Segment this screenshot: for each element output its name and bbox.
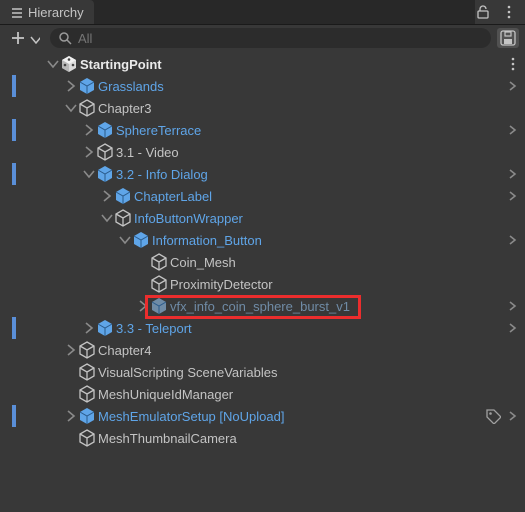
gameobject-icon [78,341,96,359]
tree-item-label: 3.2 - Info Dialog [116,167,208,182]
tree-item-teleport[interactable]: 3.3 - Teleport [0,317,525,339]
prefab-icon [78,77,96,95]
open-prefab-icon[interactable] [505,321,519,335]
scene-name: StartingPoint [80,57,162,72]
gameobject-icon [150,275,168,293]
open-prefab-icon[interactable] [505,79,519,93]
tree-item-meshemulator[interactable]: MeshEmulatorSetup [NoUpload] [0,405,525,427]
tree-item-label: InfoButtonWrapper [134,211,243,226]
kebab-menu-icon[interactable] [505,57,519,71]
foldout-arrow-icon[interactable] [64,343,78,357]
gameobject-icon [78,385,96,403]
prefab-icon [132,231,150,249]
save-icon [499,29,517,47]
foldout-arrow-icon[interactable] [82,167,96,181]
open-prefab-icon[interactable] [505,189,519,203]
prefab-bar [12,163,16,185]
tree-item-label: Coin_Mesh [170,255,236,270]
prefab-bar [12,405,16,427]
tree-item-meshunique[interactable]: MeshUniqueIdManager [0,383,525,405]
tree-item-grasslands[interactable]: Grasslands [0,75,525,97]
caret-down-icon [28,32,40,44]
scene-root[interactable]: StartingPoint [0,53,525,75]
prefab-icon [114,187,132,205]
tree-item-label: ChapterLabel [134,189,212,204]
plus-icon [10,30,26,46]
prefab-icon [96,319,114,337]
prefab-bar [12,75,16,97]
foldout-arrow-icon[interactable] [46,57,60,71]
tree-item-chapter4[interactable]: Chapter4 [0,339,525,361]
prefab-icon [96,121,114,139]
gameobject-icon [78,99,96,117]
tree-item-label: 3.1 - Video [116,145,179,160]
tree-item-label: SphereTerrace [116,123,201,138]
prefab-icon [150,297,168,315]
tree-item-proximity[interactable]: ProximityDetector [0,273,525,295]
foldout-arrow-icon[interactable] [82,123,96,137]
prefab-icon [96,165,114,183]
list-icon [8,5,22,19]
gameobject-icon [78,363,96,381]
prefab-bar [12,317,16,339]
search-icon [58,31,72,45]
open-prefab-icon[interactable] [505,167,519,181]
tree-item-informationbutton[interactable]: Information_Button [0,229,525,251]
search-input[interactable] [50,28,491,48]
tree-item-video[interactable]: 3.1 - Video [0,141,525,163]
prefab-icon [78,407,96,425]
open-prefab-icon[interactable] [505,299,519,313]
tree-item-infodialog[interactable]: 3.2 - Info Dialog [0,163,525,185]
foldout-arrow-icon[interactable] [64,101,78,115]
tree-item-label: ProximityDetector [170,277,273,292]
foldout-arrow-icon[interactable] [136,299,150,313]
prefab-bar [12,119,16,141]
tree-item-chapter3[interactable]: Chapter3 [0,97,525,119]
kebab-menu-icon[interactable] [501,4,517,20]
tree-item-visualscripting[interactable]: VisualScripting SceneVariables [0,361,525,383]
tree-item-infobuttonwrapper[interactable]: InfoButtonWrapper [0,207,525,229]
tree-item-label: 3.3 - Teleport [116,321,192,336]
open-prefab-icon[interactable] [505,123,519,137]
search-field[interactable] [78,31,483,46]
search-mode-button[interactable] [497,28,519,48]
tree-item-label: MeshThumbnailCamera [98,431,237,446]
foldout-arrow-icon[interactable] [118,233,132,247]
tab-hierarchy[interactable]: Hierarchy [0,0,94,24]
gameobject-icon [114,209,132,227]
tree-item-coinmesh[interactable]: Coin_Mesh [0,251,525,273]
tree-item-label: VisualScripting SceneVariables [98,365,277,380]
foldout-arrow-icon[interactable] [64,79,78,93]
foldout-arrow-icon[interactable] [64,409,78,423]
foldout-arrow-icon[interactable] [100,189,114,203]
tree-item-meshthumb[interactable]: MeshThumbnailCamera [0,427,525,449]
tab-label: Hierarchy [28,5,84,20]
tree-item-label: Chapter3 [98,101,151,116]
tree-item-label: Grasslands [98,79,164,94]
tree-item-label: Chapter4 [98,343,151,358]
tree-item-vfx[interactable]: vfx_info_coin_sphere_burst_v1 [0,295,525,317]
foldout-arrow-icon[interactable] [82,321,96,335]
gameobject-icon [96,143,114,161]
gameobject-icon [150,253,168,271]
tree-item-label: Information_Button [152,233,262,248]
tree-item-chapterlabel[interactable]: ChapterLabel [0,185,525,207]
lock-icon[interactable] [475,4,491,20]
gameobject-icon [78,429,96,447]
tree-item-sphereterrace[interactable]: SphereTerrace [0,119,525,141]
scene-icon [60,55,78,73]
foldout-arrow-icon[interactable] [100,211,114,225]
tree-item-label: vfx_info_coin_sphere_burst_v1 [170,299,350,314]
foldout-arrow-icon[interactable] [82,145,96,159]
tree-item-label: MeshEmulatorSetup [NoUpload] [98,409,284,424]
open-prefab-icon[interactable] [505,233,519,247]
tag-icon [485,408,501,424]
tree-item-label: MeshUniqueIdManager [98,387,233,402]
create-button[interactable] [6,28,44,48]
open-prefab-icon[interactable] [505,409,519,423]
